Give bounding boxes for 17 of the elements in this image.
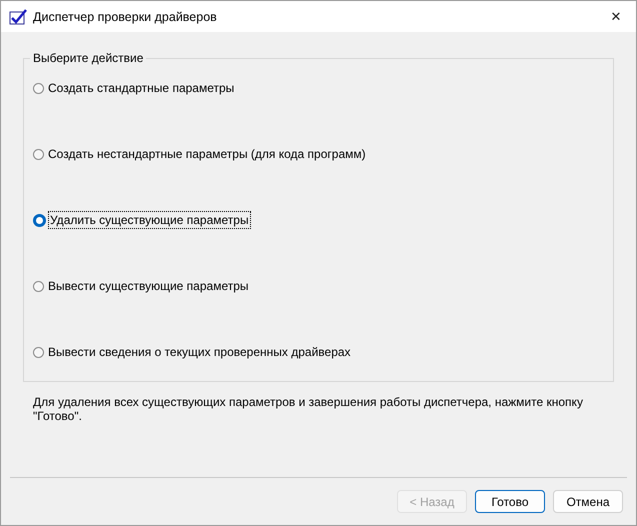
radio-button[interactable] [33, 346, 44, 358]
dialog-button[interactable]: Отмена [553, 490, 623, 513]
radio-button[interactable] [33, 82, 44, 94]
option-label[interactable]: Вывести существующие параметры [46, 277, 251, 295]
option-label[interactable]: Создать стандартные параметры [46, 79, 236, 97]
window-title: Диспетчер проверки драйверов [33, 10, 218, 24]
radio-button[interactable] [33, 148, 44, 160]
group-title: Выберите действие [30, 51, 146, 65]
radio-button[interactable] [33, 280, 44, 292]
option-label[interactable]: Создать нестандартные параметры (для кода программ) [46, 145, 368, 163]
close-button[interactable]: ✕ [596, 1, 636, 32]
description-text: Для удаления всех существующих параметров и завершения работы диспетчера, нажмите кнопку "Готово". [33, 395, 584, 423]
radio-button[interactable] [33, 214, 46, 226]
dialog-button[interactable]: Готово [475, 490, 545, 513]
option-label[interactable]: Удалить существующие параметры [48, 211, 251, 229]
option-label[interactable]: Вывести сведения о текущих проверенных драйверах [46, 343, 353, 361]
checklist-icon [9, 8, 27, 24]
